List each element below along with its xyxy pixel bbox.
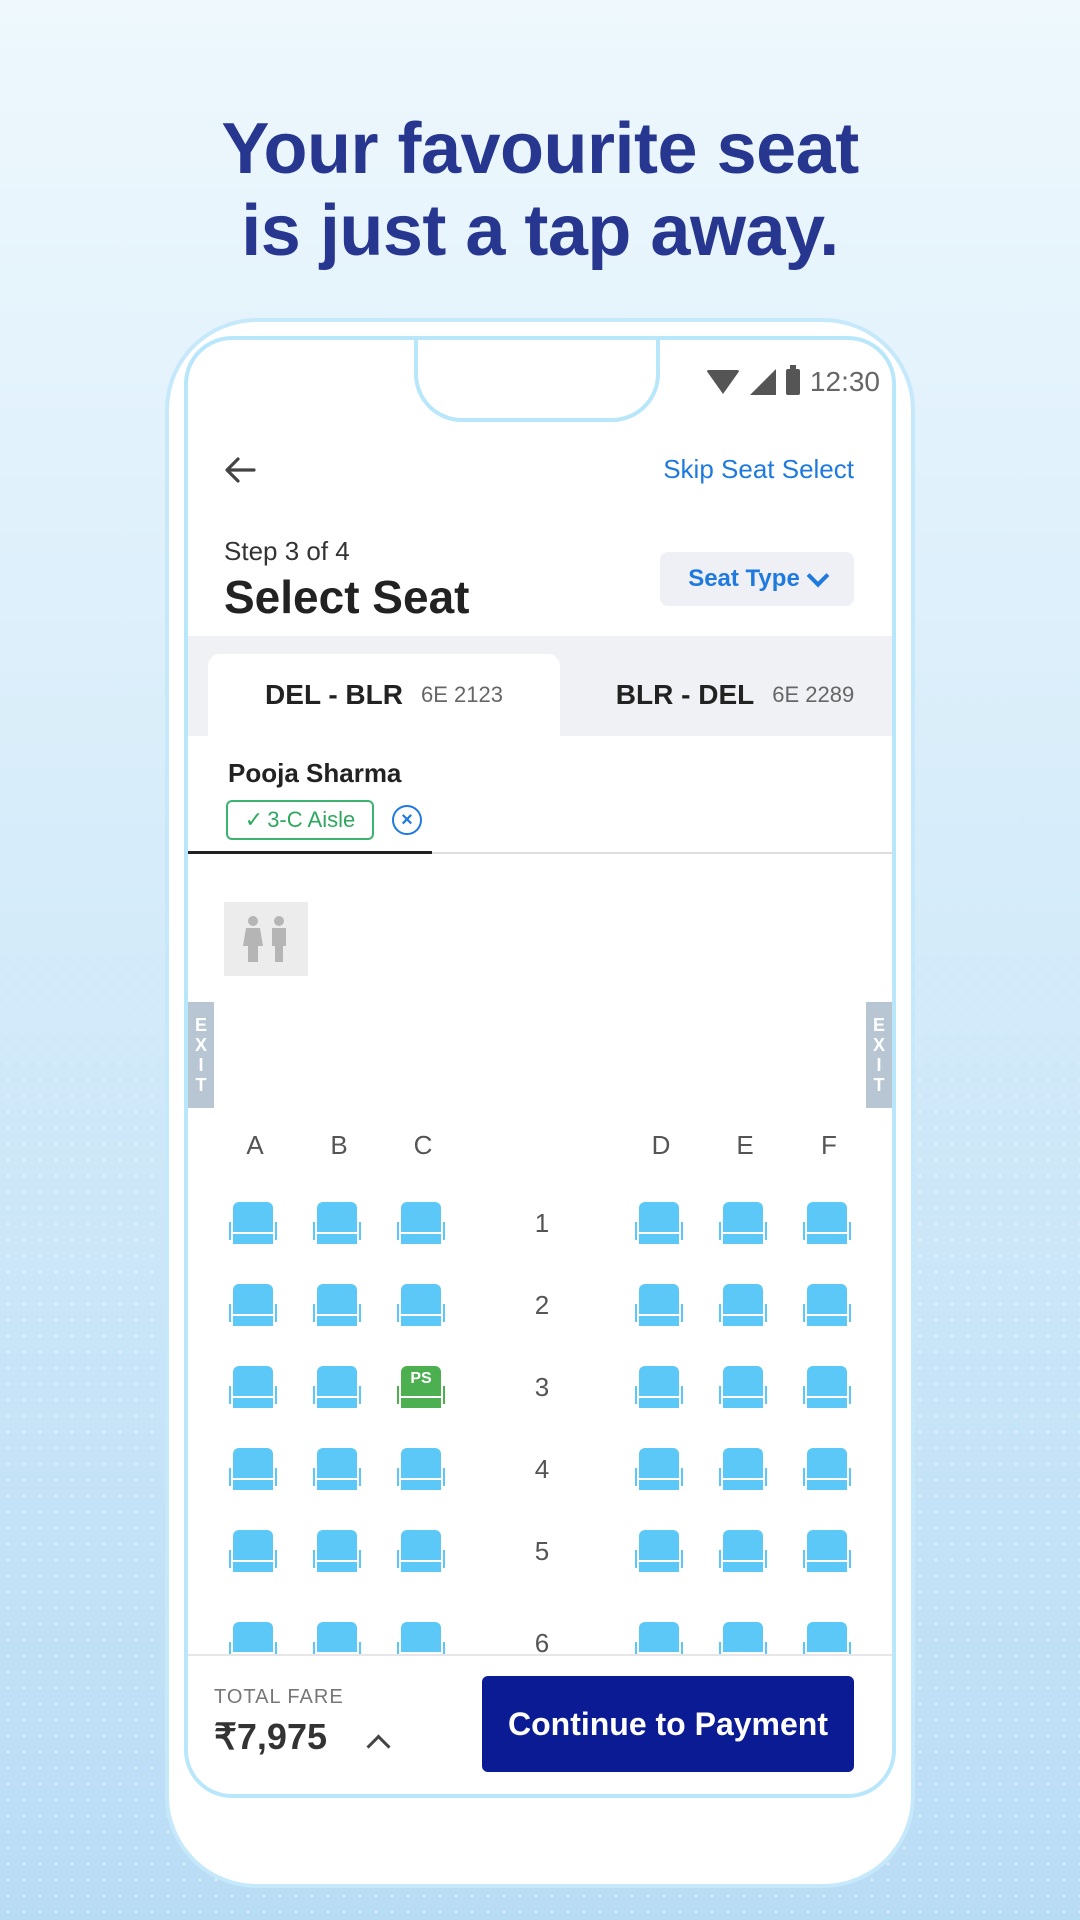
seat-2c[interactable]: [395, 1284, 447, 1332]
selected-seat-chip: ✓ 3-C Aisle: [226, 800, 374, 840]
headline-line-2: is just a tap away.: [241, 191, 839, 271]
seat-3d[interactable]: [633, 1366, 685, 1414]
seat-5e[interactable]: [717, 1530, 769, 1578]
seat-5d[interactable]: [633, 1530, 685, 1578]
status-time: 12:30: [809, 366, 880, 397]
seat-3c[interactable]: PS: [395, 1366, 447, 1414]
passenger-name[interactable]: Pooja Sharma: [228, 758, 401, 789]
seat-4c[interactable]: [395, 1448, 447, 1496]
page-title: Select Seat: [224, 571, 470, 623]
column-header-f: F: [821, 1130, 837, 1160]
exit-marker-right: E X I T: [866, 1002, 892, 1108]
seat-2b[interactable]: [311, 1284, 363, 1332]
seat-3f[interactable]: [801, 1366, 853, 1414]
row-number: 1: [534, 1208, 550, 1238]
signal-icon: [749, 369, 776, 395]
tab-del-blr[interactable]: DEL - BLR 6E 2123: [208, 654, 560, 736]
phone-screen: 12:30 Skip Seat Select Step 3 of 4 Selec…: [184, 336, 896, 1798]
row-number: 3: [534, 1372, 550, 1402]
seat-4f[interactable]: [801, 1448, 853, 1496]
tab-route: DEL - BLR: [265, 679, 403, 710]
seat-2a[interactable]: [227, 1284, 279, 1332]
flight-tabs: DEL - BLR 6E 2123 BLR - DEL 6E 2289: [188, 636, 892, 736]
headline-line-1: Your favourite seat: [221, 109, 859, 189]
chevron-down-icon: [806, 564, 830, 588]
column-header-c: C: [413, 1130, 433, 1160]
seat-type-dropdown[interactable]: Seat Type: [660, 552, 854, 606]
wifi-icon: [705, 370, 740, 394]
seat-1a[interactable]: [227, 1202, 279, 1250]
step-indicator: Step 3 of 4: [224, 536, 350, 566]
seat-badge: PS: [410, 1370, 432, 1387]
passenger-tab-indicator: [188, 851, 432, 854]
seat-1c[interactable]: [395, 1202, 447, 1250]
seat-1d[interactable]: [633, 1202, 685, 1250]
column-header-e: E: [736, 1130, 754, 1160]
continue-to-payment-button[interactable]: Continue to Payment: [482, 1676, 854, 1772]
check-icon: ✓: [244, 807, 264, 832]
seat-4e[interactable]: [717, 1448, 769, 1496]
chevron-up-icon[interactable]: [366, 1734, 391, 1759]
seat-4d[interactable]: [633, 1448, 685, 1496]
column-header-b: B: [330, 1130, 348, 1160]
seat-1b[interactable]: [311, 1202, 363, 1250]
headline: Your favourite seat is just a tap away.: [0, 108, 1080, 272]
seat-map: A B C D E F 1 2 3 PS 4 5 6: [188, 1130, 892, 1666]
seat-3a[interactable]: [227, 1366, 279, 1414]
close-icon[interactable]: ×: [392, 805, 422, 835]
column-header-d: D: [651, 1130, 671, 1160]
row-number: 2: [534, 1290, 550, 1320]
seat-5b[interactable]: [311, 1530, 363, 1578]
seat-5f[interactable]: [801, 1530, 853, 1578]
skip-seat-select-link[interactable]: Skip Seat Select: [663, 454, 854, 485]
seat-4a[interactable]: [227, 1448, 279, 1496]
top-bar: Skip Seat Select: [188, 440, 892, 500]
seat-2f[interactable]: [801, 1284, 853, 1332]
tab-blr-del[interactable]: BLR - DEL 6E 2289: [590, 654, 880, 736]
status-bar: 12:30: [705, 365, 880, 398]
seat-1e[interactable]: [717, 1202, 769, 1250]
tab-flight-number: 6E 2123: [420, 682, 503, 707]
tab-route: BLR - DEL: [615, 679, 755, 710]
exit-marker-left: E X I T: [188, 1002, 214, 1108]
seat-2e[interactable]: [717, 1284, 769, 1332]
seat-4b[interactable]: [311, 1448, 363, 1496]
seat-5c[interactable]: [395, 1530, 447, 1578]
selected-seat-label: 3-C Aisle: [267, 807, 356, 832]
footer-bar: TOTAL FARE ₹7,975 Continue to Payment: [188, 1654, 892, 1794]
total-fare-label: TOTAL FARE: [214, 1686, 344, 1708]
seat-type-label: Seat Type: [688, 565, 800, 592]
column-header-a: A: [246, 1130, 264, 1160]
battery-icon: [785, 365, 800, 395]
back-arrow-icon[interactable]: [220, 450, 260, 490]
seat-5a[interactable]: [227, 1530, 279, 1578]
phone-notch: [414, 340, 660, 422]
total-fare-amount: ₹7,975: [214, 1716, 327, 1757]
seat-3b[interactable]: [311, 1366, 363, 1414]
row-number: 5: [534, 1536, 550, 1566]
seat-2d[interactable]: [633, 1284, 685, 1332]
lavatory-icon: [224, 902, 308, 976]
seat-3e[interactable]: [717, 1366, 769, 1414]
row-number: 4: [534, 1454, 550, 1484]
seat-1f[interactable]: [801, 1202, 853, 1250]
tab-flight-number: 6E 2289: [772, 682, 855, 707]
